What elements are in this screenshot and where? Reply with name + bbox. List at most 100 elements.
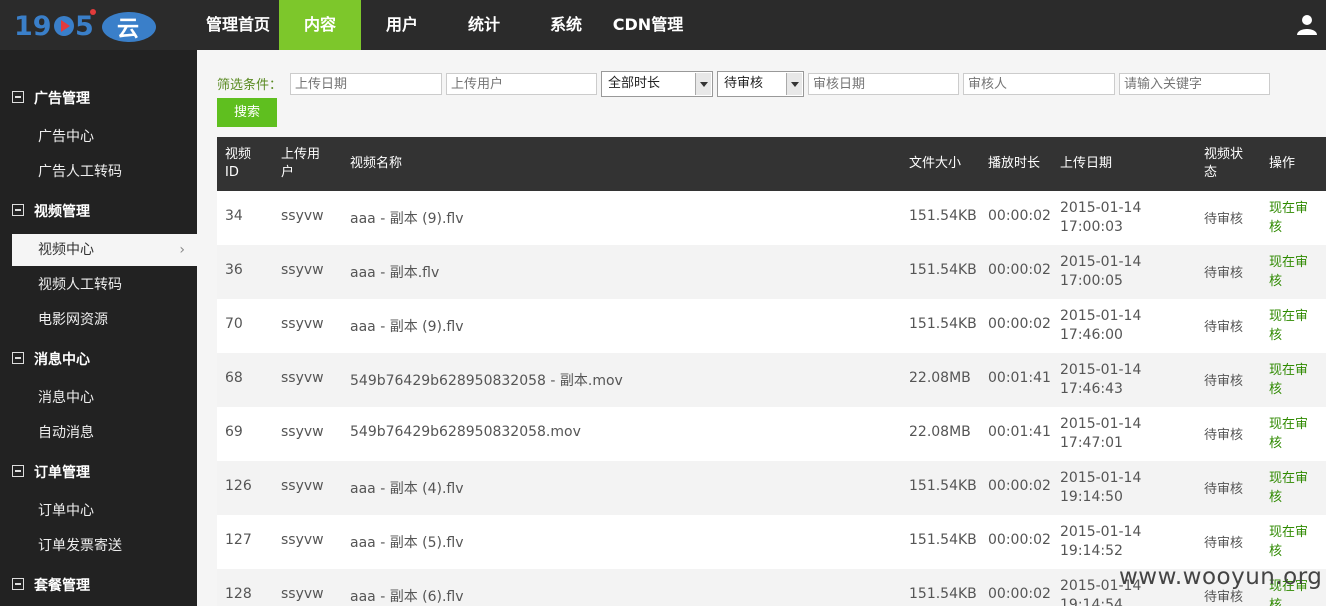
table-row: 70 ssyvw aaa - 副本 (9).flv 151.54KB 00:00… xyxy=(217,299,1326,353)
status-select[interactable]: 待审核 xyxy=(717,71,804,97)
table-row: 127 ssyvw aaa - 副本 (5).flv 151.54KB 00:0… xyxy=(217,515,1326,569)
cell-date: 2015-01-14 19:14:50 xyxy=(1060,469,1141,507)
action-line: 现在审 xyxy=(1269,201,1309,216)
cell-user: ssyvw xyxy=(281,586,324,602)
sidebar-item-movie-resources[interactable]: 电影网资源 xyxy=(12,304,197,336)
brand-logo[interactable]: 19 5 云 xyxy=(14,6,159,44)
cell-date: 2015-01-14 17:47:01 xyxy=(1060,415,1141,453)
dropdown-arrow-icon xyxy=(695,73,711,95)
review-now-link[interactable]: 现在审核 xyxy=(1269,253,1308,291)
review-now-link[interactable]: 现在审核 xyxy=(1269,415,1308,453)
review-now-link[interactable]: 现在审核 xyxy=(1269,307,1308,345)
cell-size: 151.54KB xyxy=(909,208,977,224)
cell-name: 549b76429b628950832058.mov xyxy=(350,424,581,440)
sidebar-item-auto-message[interactable]: 自动消息 xyxy=(12,417,197,449)
chevron-right-icon: › xyxy=(179,242,185,258)
table-row: 69 ssyvw 549b76429b628950832058.mov 22.0… xyxy=(217,407,1326,461)
cell-name: aaa - 副本 (4).flv xyxy=(350,481,464,497)
header-upload-user[interactable]: 上传用 户 xyxy=(281,146,320,182)
action-line: 现在审 xyxy=(1269,471,1309,486)
cell-date-day: 2015-01-14 xyxy=(1060,470,1142,486)
header-line: 户 xyxy=(281,165,295,180)
cell-user: ssyvw xyxy=(281,478,324,494)
sidebar-item-ad-center[interactable]: 广告中心 xyxy=(12,121,197,153)
status-select-value: 待审核 xyxy=(724,76,764,91)
cell-date-time: 19:14:52 xyxy=(1060,543,1123,559)
sidebar-item-order-center[interactable]: 订单中心 xyxy=(12,495,197,527)
table-header: 视频 ID 上传用 户 视频名称 文件大小 播放时长 上传日期 视频状 态 操作 xyxy=(217,137,1326,191)
cell-status: 待审核 xyxy=(1204,482,1244,497)
cell-date-day: 2015-01-14 xyxy=(1060,308,1142,324)
action-line: 核 xyxy=(1269,436,1283,451)
review-now-link[interactable]: 现在审核 xyxy=(1269,361,1308,399)
cell-user: ssyvw xyxy=(281,262,324,278)
nav-cdn[interactable]: CDN管理 xyxy=(607,0,689,50)
cell-id: 128 xyxy=(225,586,252,602)
cell-date: 2015-01-14 19:14:52 xyxy=(1060,523,1141,561)
header-video-status[interactable]: 视频状 态 xyxy=(1204,146,1243,182)
sidebar-group-video[interactable]: 视频管理 xyxy=(0,193,197,229)
cell-date-day: 2015-01-14 xyxy=(1060,362,1142,378)
sidebar-item-video-transcode[interactable]: 视频人工转码 xyxy=(12,269,197,301)
nav-statistics[interactable]: 统计 xyxy=(443,0,525,50)
sidebar-group-label: 消息中心 xyxy=(34,352,90,368)
review-now-link[interactable]: 现在审核 xyxy=(1269,523,1308,561)
cell-size: 151.54KB xyxy=(909,262,977,278)
cell-user: ssyvw xyxy=(281,208,324,224)
cell-duration: 00:00:02 xyxy=(988,478,1051,494)
sidebar-group-messages[interactable]: 消息中心 xyxy=(0,341,197,377)
cell-date-time: 17:00:03 xyxy=(1060,219,1123,235)
sidebar-item-message-center[interactable]: 消息中心 xyxy=(12,382,197,414)
nav-home[interactable]: 管理首页 xyxy=(197,0,279,50)
sidebar-item-video-center[interactable]: 视频中心 › xyxy=(12,234,197,266)
reviewer-input[interactable] xyxy=(963,73,1115,95)
upload-date-input[interactable] xyxy=(290,73,442,95)
cell-size: 151.54KB xyxy=(909,532,977,548)
header-file-size[interactable]: 文件大小 xyxy=(909,155,961,173)
sidebar-group-orders[interactable]: 订单管理 xyxy=(0,454,197,490)
nav-users[interactable]: 用户 xyxy=(361,0,443,50)
table-row: 68 ssyvw 549b76429b628950832058 - 副本.mov… xyxy=(217,353,1326,407)
collapse-icon xyxy=(12,465,24,477)
cell-id: 36 xyxy=(225,262,243,278)
table-row: 34 ssyvw aaa - 副本 (9).flv 151.54KB 00:00… xyxy=(217,191,1326,245)
cell-duration: 00:01:41 xyxy=(988,370,1051,386)
header-video-name[interactable]: 视频名称 xyxy=(350,155,402,173)
nav-system[interactable]: 系统 xyxy=(525,0,607,50)
table-row: 36 ssyvw aaa - 副本.flv 151.54KB 00:00:02 … xyxy=(217,245,1326,299)
cell-status: 待审核 xyxy=(1204,536,1244,551)
cell-duration: 00:00:02 xyxy=(988,208,1051,224)
sidebar-group-packages[interactable]: 套餐管理 xyxy=(0,567,197,603)
collapse-icon xyxy=(12,578,24,590)
cell-date: 2015-01-14 17:46:00 xyxy=(1060,307,1141,345)
cell-date: 2015-01-14 17:00:03 xyxy=(1060,199,1141,237)
duration-select[interactable]: 全部时长 xyxy=(601,71,713,97)
cell-duration: 00:00:02 xyxy=(988,532,1051,548)
cell-status: 待审核 xyxy=(1204,320,1244,335)
cell-user: ssyvw xyxy=(281,370,324,386)
user-icon[interactable] xyxy=(1296,13,1318,35)
sidebar-group-ads[interactable]: 广告管理 xyxy=(0,80,197,116)
header-duration[interactable]: 播放时长 xyxy=(988,155,1040,173)
header-video-id[interactable]: 视频 ID xyxy=(225,146,251,182)
cell-duration: 00:00:02 xyxy=(988,586,1051,602)
header-upload-date[interactable]: 上传日期 xyxy=(1060,155,1112,173)
review-date-input[interactable] xyxy=(808,73,959,95)
cell-date-time: 17:00:05 xyxy=(1060,273,1123,289)
review-now-link[interactable]: 现在审核 xyxy=(1269,199,1308,237)
cell-date: 2015-01-14 17:46:43 xyxy=(1060,361,1141,399)
sidebar-item-ad-transcode[interactable]: 广告人工转码 xyxy=(12,156,197,188)
cell-name: aaa - 副本 (6).flv xyxy=(350,589,464,605)
cell-id: 34 xyxy=(225,208,243,224)
cell-date-day: 2015-01-14 xyxy=(1060,200,1142,216)
nav-content[interactable]: 内容 xyxy=(279,0,361,50)
sidebar-group-label: 视频管理 xyxy=(34,204,90,220)
sidebar-item-invoice-mailing[interactable]: 订单发票寄送 xyxy=(12,530,197,562)
search-button[interactable]: 搜索 xyxy=(217,98,277,127)
upload-user-input[interactable] xyxy=(446,73,597,95)
keyword-input[interactable] xyxy=(1119,73,1270,95)
review-now-link[interactable]: 现在审核 xyxy=(1269,469,1308,507)
duration-select-value: 全部时长 xyxy=(608,76,661,91)
action-line: 现在审 xyxy=(1269,309,1309,324)
header-line: ID xyxy=(225,165,239,180)
